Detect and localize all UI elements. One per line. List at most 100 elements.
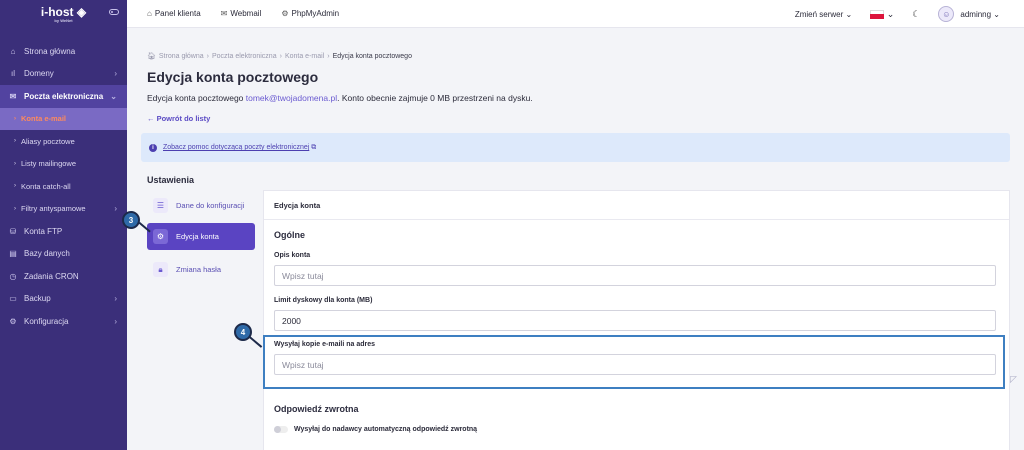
breadcrumb-sep: › bbox=[279, 52, 282, 60]
sidebar-item-databases[interactable]: ▤ Bazy danych bbox=[0, 243, 127, 266]
mail-icon: ✉ bbox=[220, 9, 228, 18]
gear-icon: ⚙ bbox=[281, 9, 289, 18]
brand-sub: by WeNet bbox=[54, 17, 73, 23]
sidebar-item-ftp[interactable]: ⛁ Konta FTP bbox=[0, 220, 127, 243]
bullet-icon: › bbox=[14, 115, 16, 122]
sidebar-toggle-icon[interactable] bbox=[109, 9, 119, 15]
bullet-icon: › bbox=[14, 205, 16, 212]
general-section-title: Ogólne bbox=[274, 230, 305, 240]
desc-suffix: . Konto obecnie zajmuje 0 MB przestrzeni… bbox=[337, 93, 533, 103]
disk-limit-input[interactable] bbox=[274, 310, 996, 331]
chevron-right-icon: › bbox=[114, 294, 117, 304]
database-icon: ▤ bbox=[9, 249, 17, 259]
gear-icon: ⚙ bbox=[9, 316, 17, 326]
sidebar-item-mailing-lists[interactable]: › Listy mailingowe bbox=[0, 153, 127, 176]
webmail-link-label: Webmail bbox=[230, 9, 262, 18]
auto-reply-section-title: Odpowiedź zwrotna bbox=[274, 404, 359, 414]
home-icon[interactable]: 🏠︎ bbox=[147, 52, 156, 60]
backup-icon: ▭ bbox=[9, 294, 17, 304]
home-icon: ⌂ bbox=[10, 46, 16, 56]
info-icon: i bbox=[149, 143, 157, 152]
sidebar-item-email-accounts[interactable]: › Konta e-mail bbox=[0, 107, 127, 130]
help-link[interactable]: Zobacz pomoc dotyczącą poczty elektronic… bbox=[163, 144, 309, 151]
page-description: Edycja konta pocztowego tomek@twojadomen… bbox=[147, 93, 1010, 103]
tab-edit-account[interactable]: ⚙ Edycja konta bbox=[147, 223, 255, 250]
clock-icon: ◷ bbox=[9, 271, 17, 281]
chevron-right-icon: › bbox=[114, 69, 117, 79]
user-menu[interactable]: ☺ adminng ⌄ bbox=[938, 6, 1000, 22]
sidebar-item-config[interactable]: ⚙ Konfiguracja › bbox=[0, 310, 127, 333]
mail-icon: ✉ bbox=[9, 91, 17, 101]
sidebar-item-label: Konta catch-all bbox=[21, 181, 71, 191]
language-dropdown[interactable]: ⌄ bbox=[870, 9, 894, 20]
auto-reply-toggle[interactable] bbox=[274, 426, 288, 433]
avatar: ☺ bbox=[938, 6, 955, 22]
account-email: tomek@twojadomena.pl bbox=[245, 93, 338, 103]
tab-label: Zmiana hasła bbox=[176, 265, 222, 274]
logo[interactable]: i-host ◈ by WeNet bbox=[0, 0, 127, 28]
sidebar-item-domains[interactable]: ıl Domeny › bbox=[0, 63, 127, 86]
bullet-icon: › bbox=[14, 138, 16, 145]
breadcrumb: 🏠︎ Strona główna › Poczta elektroniczna › … bbox=[147, 52, 1010, 61]
language-chevron: ⌄ bbox=[886, 8, 895, 19]
sidebar-item-cron[interactable]: ◷ Zadania CRON bbox=[0, 265, 127, 288]
bars-icon: ıl bbox=[11, 69, 15, 79]
brand-name: i-host bbox=[40, 4, 74, 19]
breadcrumb-home[interactable]: Strona główna bbox=[159, 53, 204, 60]
logo-mark-icon: ◈ bbox=[76, 4, 87, 19]
step-marker-3: 3 bbox=[122, 211, 140, 229]
list-icon: ☰ bbox=[153, 198, 168, 213]
chevron-right-icon: › bbox=[114, 316, 117, 326]
bullet-icon: › bbox=[14, 183, 16, 190]
breadcrumb-mail[interactable]: Poczta elektroniczna bbox=[212, 53, 277, 60]
tab-change-password[interactable]: 🔒︎ Zmiana hasła bbox=[147, 256, 255, 283]
sidebar-item-spam-filters[interactable]: › Filtry antyspamowe › bbox=[0, 198, 127, 221]
back-to-list-link[interactable]: ← Powrót do listy bbox=[147, 114, 1010, 123]
account-description-input[interactable] bbox=[274, 265, 996, 286]
webmail-link[interactable]: ✉ Webmail bbox=[221, 9, 262, 18]
tab-config-data[interactable]: ☰ Dane do konfiguracji bbox=[147, 192, 255, 219]
disk-limit-label: Limit dyskowy dla konta (MB) bbox=[274, 297, 373, 304]
topbar-right: Zmień serwer ⌄ ⌄ ☾ ☺ adminng ⌄ bbox=[777, 0, 1000, 28]
sidebar-item-home[interactable]: ⌂ Strona główna bbox=[0, 40, 127, 63]
panel-header: Edycja konta bbox=[264, 191, 1009, 220]
sidebar-item-label: Bazy danych bbox=[24, 249, 70, 259]
sidebar-item-label: Konta e-mail bbox=[21, 114, 67, 124]
sidebar-item-aliases[interactable]: › Aliasy pocztowe bbox=[0, 130, 127, 153]
sidebar-item-label: Listy mailingowe bbox=[21, 159, 77, 169]
sidebar-item-label: Poczta elektroniczna bbox=[24, 91, 104, 101]
breadcrumb-accounts[interactable]: Konta e-mail bbox=[285, 53, 324, 60]
panel-link-label: Panel klienta bbox=[154, 9, 201, 18]
step-marker-4: 4 bbox=[234, 323, 252, 341]
settings-title: Ustawienia bbox=[147, 175, 195, 185]
phpmyadmin-link-label: PhpMyAdmin bbox=[291, 9, 340, 18]
bullet-icon: › bbox=[14, 160, 16, 167]
sidebar-item-label: Konfiguracja bbox=[24, 316, 69, 326]
highlight-box bbox=[263, 335, 1005, 389]
external-link-icon: ⧉ bbox=[309, 143, 317, 151]
sidebar-item-mail[interactable]: ✉ Poczta elektroniczna ⌄ bbox=[0, 85, 127, 108]
auto-reply-row: Wysyłaj do nadawcy automatyczną odpowied… bbox=[274, 426, 477, 433]
home-icon: ⌂ bbox=[147, 9, 152, 18]
topbar: ⌂ Panel klienta ✉ Webmail ⚙ PhpMyAdmin Zmie… bbox=[127, 0, 1024, 28]
dark-mode-icon[interactable]: ☾ bbox=[912, 9, 920, 20]
main-content: 🏠︎ Strona główna › Poczta elektroniczna › … bbox=[141, 28, 1010, 450]
breadcrumb-sep: › bbox=[327, 52, 330, 60]
poland-flag-icon bbox=[870, 9, 885, 19]
desc-prefix: Edycja konta pocztowego bbox=[147, 93, 246, 103]
sidebar-item-backup[interactable]: ▭ Backup › bbox=[0, 288, 127, 311]
change-server-dropdown[interactable]: Zmień serwer ⌄ bbox=[795, 10, 852, 19]
sidebar-item-label: Aliasy pocztowe bbox=[21, 136, 75, 146]
panel-link[interactable]: ⌂ Panel klienta bbox=[147, 9, 201, 18]
sidebar-item-catch-all[interactable]: › Konta catch-all bbox=[0, 175, 127, 198]
tab-label: Edycja konta bbox=[176, 232, 219, 241]
edit-account-panel: Edycja konta Ogólne Opis konta Limit dys… bbox=[263, 190, 1010, 450]
chevron-down-icon: ⌄ bbox=[110, 91, 117, 101]
drive-icon: ⛁ bbox=[9, 226, 17, 236]
sidebar-item-label: Strona główna bbox=[24, 46, 76, 56]
lock-icon: 🔒︎ bbox=[153, 262, 168, 277]
gear-icon: ⚙ bbox=[153, 229, 168, 244]
phpmyadmin-link[interactable]: ⚙ PhpMyAdmin bbox=[281, 9, 339, 18]
account-description-label: Opis konta bbox=[274, 252, 311, 259]
sidebar: i-host ◈ by WeNet ⌂ Strona główna ıl Domeny… bbox=[0, 0, 127, 450]
